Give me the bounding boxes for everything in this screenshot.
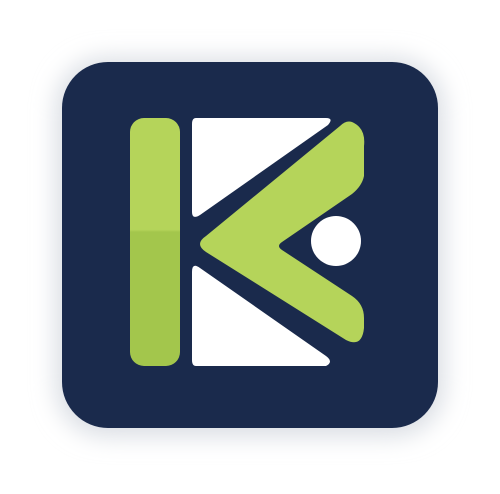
k-letter-logo-icon[interactable] bbox=[0, 0, 500, 494]
k-dot bbox=[311, 216, 361, 266]
icon-canvas bbox=[0, 0, 500, 494]
k-stem-bar bbox=[130, 118, 180, 366]
